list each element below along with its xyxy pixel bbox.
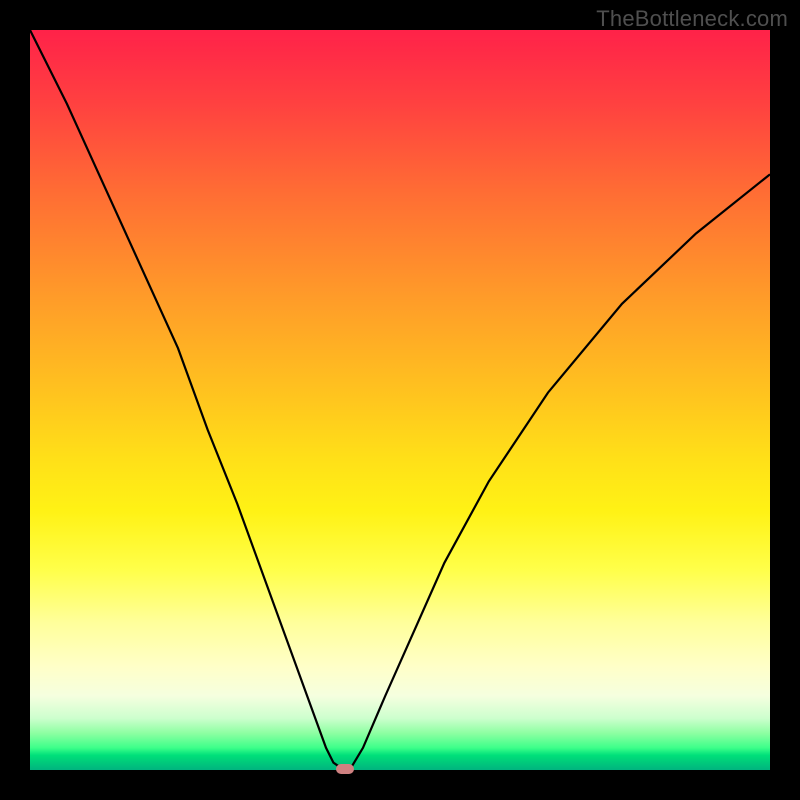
bottleneck-curve (30, 30, 770, 770)
plot-area (30, 30, 770, 770)
watermark-text: TheBottleneck.com (596, 6, 788, 32)
optimum-marker (336, 764, 354, 774)
chart-frame: TheBottleneck.com (0, 0, 800, 800)
